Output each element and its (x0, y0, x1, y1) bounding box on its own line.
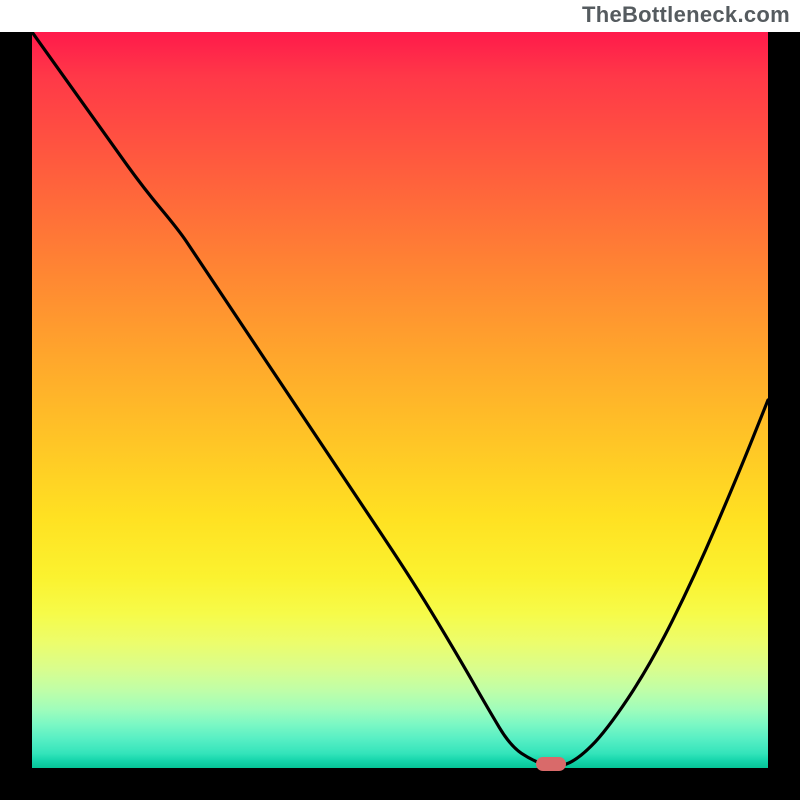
frame-bottom (0, 768, 800, 800)
optimal-point-marker (536, 757, 566, 771)
frame-right (768, 32, 800, 768)
attribution-text: TheBottleneck.com (0, 0, 800, 32)
chart-gradient-plot (32, 32, 768, 768)
frame-left (0, 32, 32, 768)
